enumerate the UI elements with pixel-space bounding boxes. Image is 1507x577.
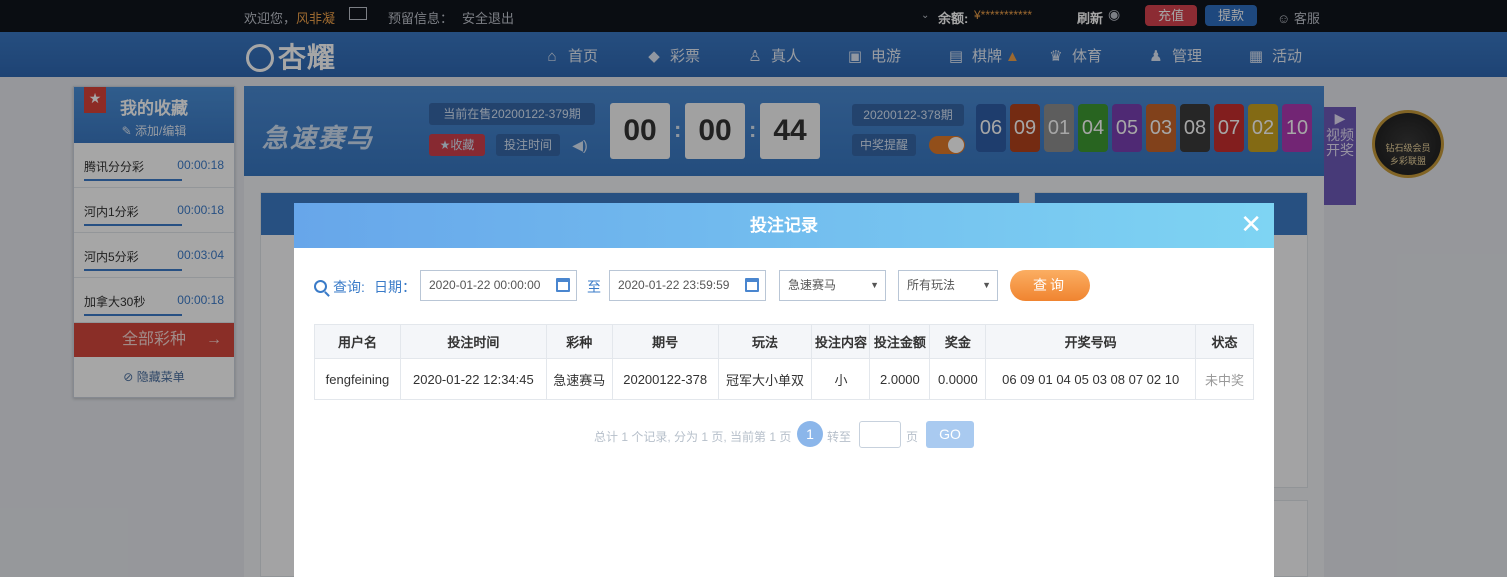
cell-username: fengfeining [314, 358, 401, 400]
page-1-button[interactable]: 1 [797, 421, 823, 447]
page-number-input[interactable] [859, 421, 901, 448]
column-header[interactable]: 状态 [1195, 324, 1254, 359]
cell-status: 未中奖 [1195, 358, 1254, 400]
modal-header: 投注记录 ✕ [294, 203, 1274, 248]
cell-play: 冠军大小单双 [717, 358, 813, 400]
cell-issue: 20200122-378 [611, 358, 719, 400]
cell-content: 小 [811, 358, 871, 400]
date-separator: 至 [587, 279, 601, 295]
go-button[interactable]: GO [926, 421, 974, 448]
play-type-select[interactable]: 所有玩法 ▼ [898, 270, 998, 301]
pagination-summary: 总计 1 个记录, 分为 1 页, 当前第 1 页 [594, 430, 792, 444]
cell-bet-time: 2020-01-22 12:34:45 [399, 358, 547, 400]
calendar-icon[interactable] [556, 278, 570, 292]
search-icon [314, 280, 327, 293]
column-header[interactable]: 彩种 [545, 324, 613, 359]
table-header-row: 用户名 投注时间 彩种 期号 玩法 投注内容 投注金额 奖金 开奖号码 状态 [314, 324, 1254, 359]
column-header[interactable]: 用户名 [314, 324, 401, 359]
lottery-select[interactable]: 急速赛马 ▼ [779, 270, 886, 301]
cell-amount: 2.0000 [869, 358, 931, 400]
date-label: 日期： [374, 279, 416, 295]
caret-down-icon: ▼ [982, 280, 991, 290]
date-from-input[interactable]: 2020-01-22 00:00:00 [420, 270, 577, 301]
cell-bonus: 0.0000 [929, 358, 987, 400]
date-to-input[interactable]: 2020-01-22 23:59:59 [609, 270, 766, 301]
table-row[interactable]: fengfeining 2020-01-22 12:34:45 急速赛马 202… [314, 358, 1254, 400]
column-header[interactable]: 期号 [611, 324, 719, 359]
cell-numbers: 06 09 01 04 05 03 08 07 02 10 [985, 358, 1196, 400]
jump-to-label: 转至 [827, 430, 852, 444]
query-label: 查询: [314, 277, 365, 297]
query-button[interactable]: 查询 [1010, 270, 1090, 301]
caret-down-icon: ▼ [870, 280, 879, 290]
cell-lottery: 急速赛马 [545, 358, 613, 400]
column-header[interactable]: 开奖号码 [985, 324, 1196, 359]
close-icon[interactable]: ✕ [1240, 203, 1262, 245]
column-header[interactable]: 投注内容 [811, 324, 871, 359]
column-header[interactable]: 投注金额 [869, 324, 931, 359]
modal-title: 投注记录 [750, 216, 818, 235]
column-header[interactable]: 奖金 [929, 324, 987, 359]
page-unit-label: 页 [906, 430, 919, 444]
bet-record-table: 用户名 投注时间 彩种 期号 玩法 投注内容 投注金额 奖金 开奖号码 状态 f… [314, 324, 1254, 400]
calendar-icon[interactable] [745, 278, 759, 292]
column-header[interactable]: 投注时间 [399, 324, 547, 359]
bet-record-modal: 投注记录 ✕ 查询: 日期： 2020-01-22 00:00:00 至 202… [294, 203, 1274, 577]
column-header[interactable]: 玩法 [717, 324, 813, 359]
